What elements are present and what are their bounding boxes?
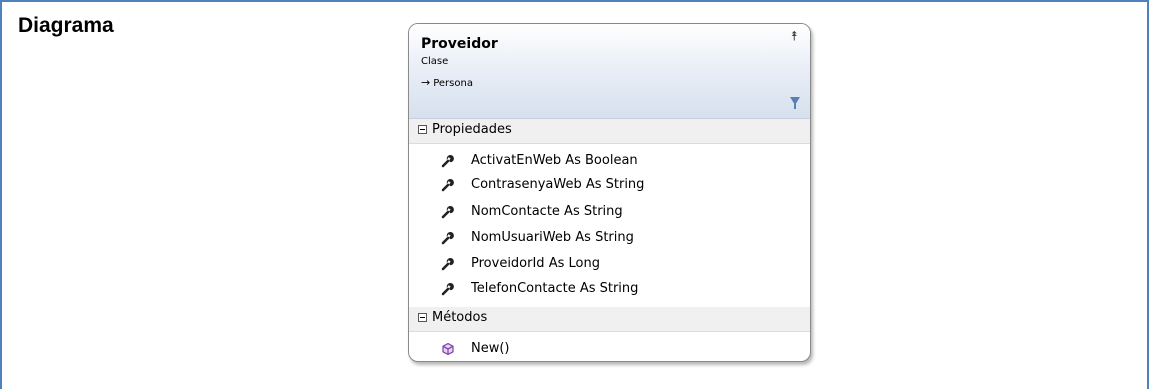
property-label: ContrasenyaWeb As String	[471, 177, 645, 192]
wrench-icon	[441, 232, 454, 245]
class-box[interactable]: Proveidor Clase → Persona ⯭ Propiedades A…	[408, 23, 811, 362]
class-kind: Clase	[421, 56, 449, 67]
filter-icon[interactable]	[790, 97, 800, 109]
wrench-icon	[441, 206, 454, 219]
collapse-chevron-icon[interactable]: ⯭	[790, 29, 798, 44]
properties-section-header[interactable]: Propiedades	[409, 119, 810, 144]
methods-section-title: Métodos	[432, 310, 488, 325]
wrench-icon	[441, 258, 454, 271]
wrench-icon	[441, 155, 454, 168]
row-label: Diagrama	[18, 14, 114, 37]
property-label: ActivatEnWeb As Boolean	[471, 153, 638, 168]
method-cube-icon	[442, 342, 454, 356]
inheritance-arrow-icon: →	[421, 76, 431, 89]
base-class: → Persona	[421, 76, 473, 89]
class-header[interactable]: Proveidor Clase → Persona ⯭	[409, 24, 810, 119]
collapse-toggle-icon[interactable]	[418, 313, 427, 322]
property-label: ProveidorId As Long	[471, 256, 600, 271]
method-label: New()	[471, 341, 510, 356]
property-label: TelefonContacte As String	[471, 281, 639, 296]
property-label: NomContacte As String	[471, 204, 623, 219]
class-name: Proveidor	[421, 36, 498, 52]
properties-section-title: Propiedades	[432, 122, 512, 137]
base-class-name: Persona	[433, 78, 473, 89]
collapse-toggle-icon[interactable]	[418, 125, 427, 134]
wrench-icon	[441, 179, 454, 192]
methods-section-header[interactable]: Métodos	[409, 307, 810, 332]
property-label: NomUsuariWeb As String	[471, 230, 634, 245]
wrench-icon	[441, 283, 454, 296]
